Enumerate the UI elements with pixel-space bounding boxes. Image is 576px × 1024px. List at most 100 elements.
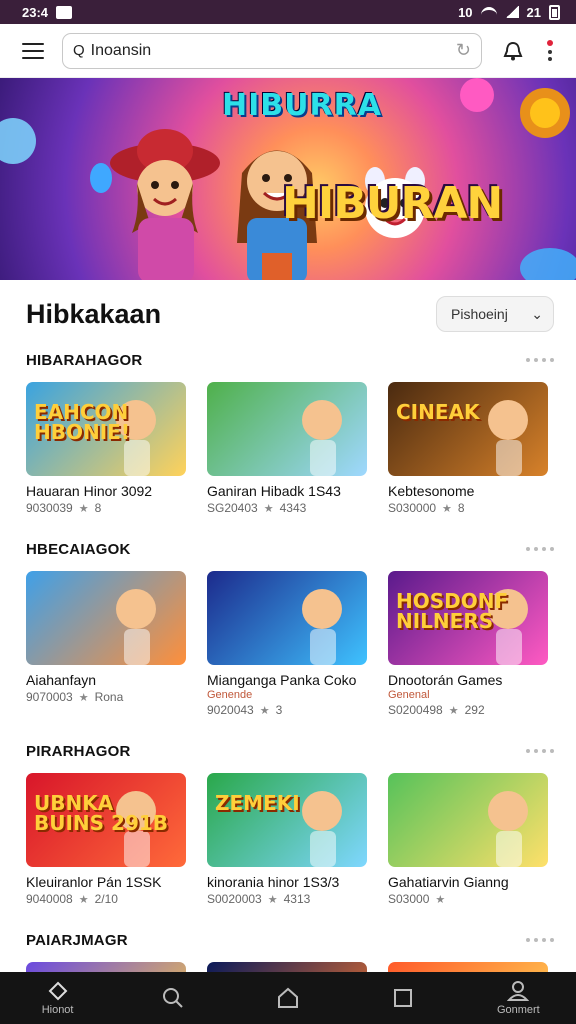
game-thumbnail[interactable]: ZEMEKI — [207, 773, 367, 867]
game-thumbnail[interactable]: HOSDONF NILNERS — [388, 571, 548, 665]
hero-banner[interactable]: HIBURRA HIBURAN — [0, 78, 576, 280]
section-header: Hibkakaan Pishoeinj ⌄ — [0, 296, 576, 332]
character-body — [496, 629, 522, 665]
game-thumbnail[interactable] — [388, 773, 548, 867]
character-face-icon — [302, 589, 342, 629]
character-body — [310, 629, 336, 665]
thumbnail-title: ZEMEKI — [215, 791, 300, 815]
game-card[interactable]: EAHCON HBONIE! Hauaran Hinor 3092 9030039 ★… — [26, 382, 186, 515]
candy-decoration — [460, 78, 494, 112]
more-dots-icon[interactable] — [526, 547, 554, 551]
game-meta-count: S0020003 — [207, 892, 262, 906]
game-meta-count: 9020043 — [207, 703, 254, 717]
game-row: EAHCON HBONIE! Hauaran Hinor 3092 9030039 ★… — [26, 382, 554, 515]
game-meta-rating: 4313 — [283, 892, 311, 906]
search-input[interactable] — [90, 41, 450, 60]
menu-icon[interactable] — [22, 42, 44, 59]
character-body — [124, 440, 150, 476]
nav-item-library[interactable] — [363, 987, 443, 1009]
star-icon: ★ — [448, 704, 459, 717]
game-meta-rating: 4343 — [279, 501, 307, 515]
nav-item-main[interactable] — [248, 987, 328, 1009]
more-dots-icon[interactable] — [526, 938, 554, 942]
game-meta-rating: 8 — [457, 501, 465, 515]
candy-decoration — [0, 118, 36, 164]
nav-item-home[interactable]: Hionot — [18, 980, 98, 1016]
game-row: Aiahanfayn 9070003 ★ Rona Mianganga Panka Co… — [26, 571, 554, 717]
game-genre: Genenal — [388, 689, 430, 701]
game-title: Hauaran Hinor 3092 — [26, 483, 153, 499]
game-meta: S03000 ★ — [388, 892, 548, 906]
game-thumbnail[interactable] — [207, 382, 367, 476]
star-icon: ★ — [78, 691, 89, 704]
character-face-icon — [302, 400, 342, 440]
diamond-icon — [47, 980, 69, 1002]
game-meta-rating: 3 — [275, 703, 283, 717]
game-card[interactable]: CINEAK Kebtesonome S030000 ★ 8 — [388, 382, 548, 515]
game-title: kinorania hinor 1S3/3 — [207, 874, 340, 890]
game-card[interactable]: HOSDONF NILNERS Dnootorán Games Genenal S02… — [388, 571, 548, 717]
notification-icon — [56, 5, 73, 19]
star-icon: ★ — [78, 893, 89, 906]
nav-item-profile[interactable]: Gonmert — [478, 980, 558, 1016]
game-card[interactable]: Aiahanfayn 9070003 ★ Rona — [26, 571, 186, 717]
game-meta-count: S0200498 — [388, 703, 443, 717]
character-face-icon — [302, 791, 342, 831]
status-bar: 23:4 10 21 — [0, 0, 576, 24]
status-text-1: 10 — [458, 4, 473, 20]
nav-label-home: Hionot — [41, 1004, 74, 1016]
game-thumbnail[interactable]: UBNKA BUINS 291B — [26, 773, 186, 867]
game-thumbnail[interactable]: EAHCON HBONIE! — [26, 382, 186, 476]
game-row: UBNKA BUINS 291B Kleuiranlor Pán 1SSK 9040… — [26, 773, 554, 906]
nav-item-search[interactable] — [133, 987, 213, 1009]
character-body — [310, 440, 336, 476]
bottom-nav: Hionot Gonmert — [0, 972, 576, 1024]
candy-decoration — [520, 248, 576, 280]
thumbnail-title: UBNKA BUINS 291B — [34, 791, 169, 835]
home-icon — [277, 987, 299, 1009]
category-header: PIRARHAGOR — [26, 741, 554, 761]
game-card[interactable]: Ganiran Hibadk 1S43 SG20403 ★ 4343 — [207, 382, 367, 515]
game-meta-count: S030000 — [388, 501, 437, 515]
game-meta-count: 9030039 — [26, 501, 73, 515]
star-icon: ★ — [435, 893, 446, 906]
status-text-2: 21 — [526, 4, 541, 20]
category-section: PIRARHAGOR UBNKA BUINS 291B Kleuiranlor Pá… — [0, 741, 576, 906]
reload-icon[interactable]: ↻ — [456, 40, 471, 61]
sort-dropdown[interactable]: Pishoeinj ⌄ — [436, 296, 554, 332]
candy-decoration — [520, 88, 570, 138]
search-bar[interactable]: Q ↻ — [62, 32, 482, 69]
game-thumbnail[interactable] — [207, 571, 367, 665]
character-face-icon — [116, 589, 156, 629]
game-meta-count: S03000 — [388, 892, 430, 906]
character-body — [496, 831, 522, 867]
category-title: PAIARJMAGR — [26, 931, 128, 949]
game-card[interactable]: UBNKA BUINS 291B Kleuiranlor Pán 1SSK 9040… — [26, 773, 186, 906]
game-thumbnail[interactable]: CINEAK — [388, 382, 548, 476]
category-header: HBECAIAGOK — [26, 539, 554, 559]
game-card[interactable]: Mianganga Panka Coko Genende 9020043 ★ 3 — [207, 571, 367, 717]
nav-label-profile: Gonmert — [496, 1004, 540, 1016]
game-title: Gahatiarvin Gianng — [388, 874, 509, 890]
bell-icon[interactable] — [500, 38, 526, 64]
more-dots-icon[interactable] — [526, 749, 554, 753]
category-title: HIBARAHAGOR — [26, 351, 143, 369]
game-title: Mianganga Panka Coko — [207, 672, 357, 688]
game-thumbnail[interactable] — [26, 571, 186, 665]
game-title: Kebtesonome — [388, 483, 475, 499]
game-meta-count: 9040008 — [26, 892, 73, 906]
character-body — [496, 440, 522, 476]
square-icon — [392, 987, 414, 1009]
character-face-icon — [488, 400, 528, 440]
category-section: HBECAIAGOK Aiahanfayn 9070003 ★ Rona Miangang… — [0, 539, 576, 717]
star-icon: ★ — [263, 502, 274, 515]
wifi-icon — [480, 7, 497, 17]
character-body — [124, 629, 150, 665]
more-options-icon[interactable] — [544, 39, 556, 62]
game-card[interactable]: ZEMEKI kinorania hinor 1S3/3 S0020003 ★ 4313 — [207, 773, 367, 906]
game-meta-rating: 8 — [94, 501, 102, 515]
game-card[interactable]: Gahatiarvin Gianng S03000 ★ — [388, 773, 548, 906]
category-header: PAIARJMAGR — [26, 930, 554, 950]
star-icon: ★ — [78, 502, 89, 515]
more-dots-icon[interactable] — [526, 358, 554, 362]
